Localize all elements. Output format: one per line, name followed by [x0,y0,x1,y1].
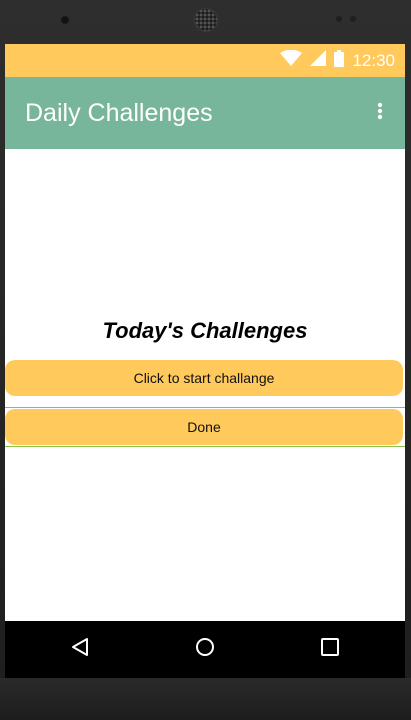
back-icon [71,637,89,662]
start-challenge-button[interactable]: Click to start challange [5,360,403,396]
front-camera [60,15,70,25]
cell-signal-icon [310,50,327,71]
back-button[interactable] [65,634,95,664]
proximity-sensor [336,16,342,22]
device-top-bezel [0,0,411,44]
earpiece-speaker [195,9,217,31]
navigation-bar [5,621,405,678]
wifi-icon [280,49,303,71]
status-bar: 12:30 [5,44,405,77]
status-time: 12:30 [352,50,395,70]
challenges-heading: Today's Challenges [102,318,308,343]
home-icon [195,637,215,662]
done-button[interactable]: Done [5,409,403,445]
device-frame: 12:30 Daily Challenges Today's Challenge… [0,0,411,720]
battery-icon [334,49,345,72]
app-title: Daily Challenges [25,99,213,127]
light-sensor [350,16,356,22]
overflow-menu-button[interactable] [365,97,395,129]
more-vert-icon [377,102,383,125]
status-icons: 12:30 [280,44,395,77]
screen: 12:30 Daily Challenges Today's Challenge… [5,44,405,678]
done-button-outline: Done [5,407,405,447]
content-area: Today's Challenges Click to start challa… [5,149,405,621]
app-bar: Daily Challenges [5,77,405,149]
home-button[interactable] [190,634,220,664]
recent-apps-icon [320,637,340,662]
device-bottom-bezel [0,678,411,720]
recent-apps-button[interactable] [315,634,345,664]
